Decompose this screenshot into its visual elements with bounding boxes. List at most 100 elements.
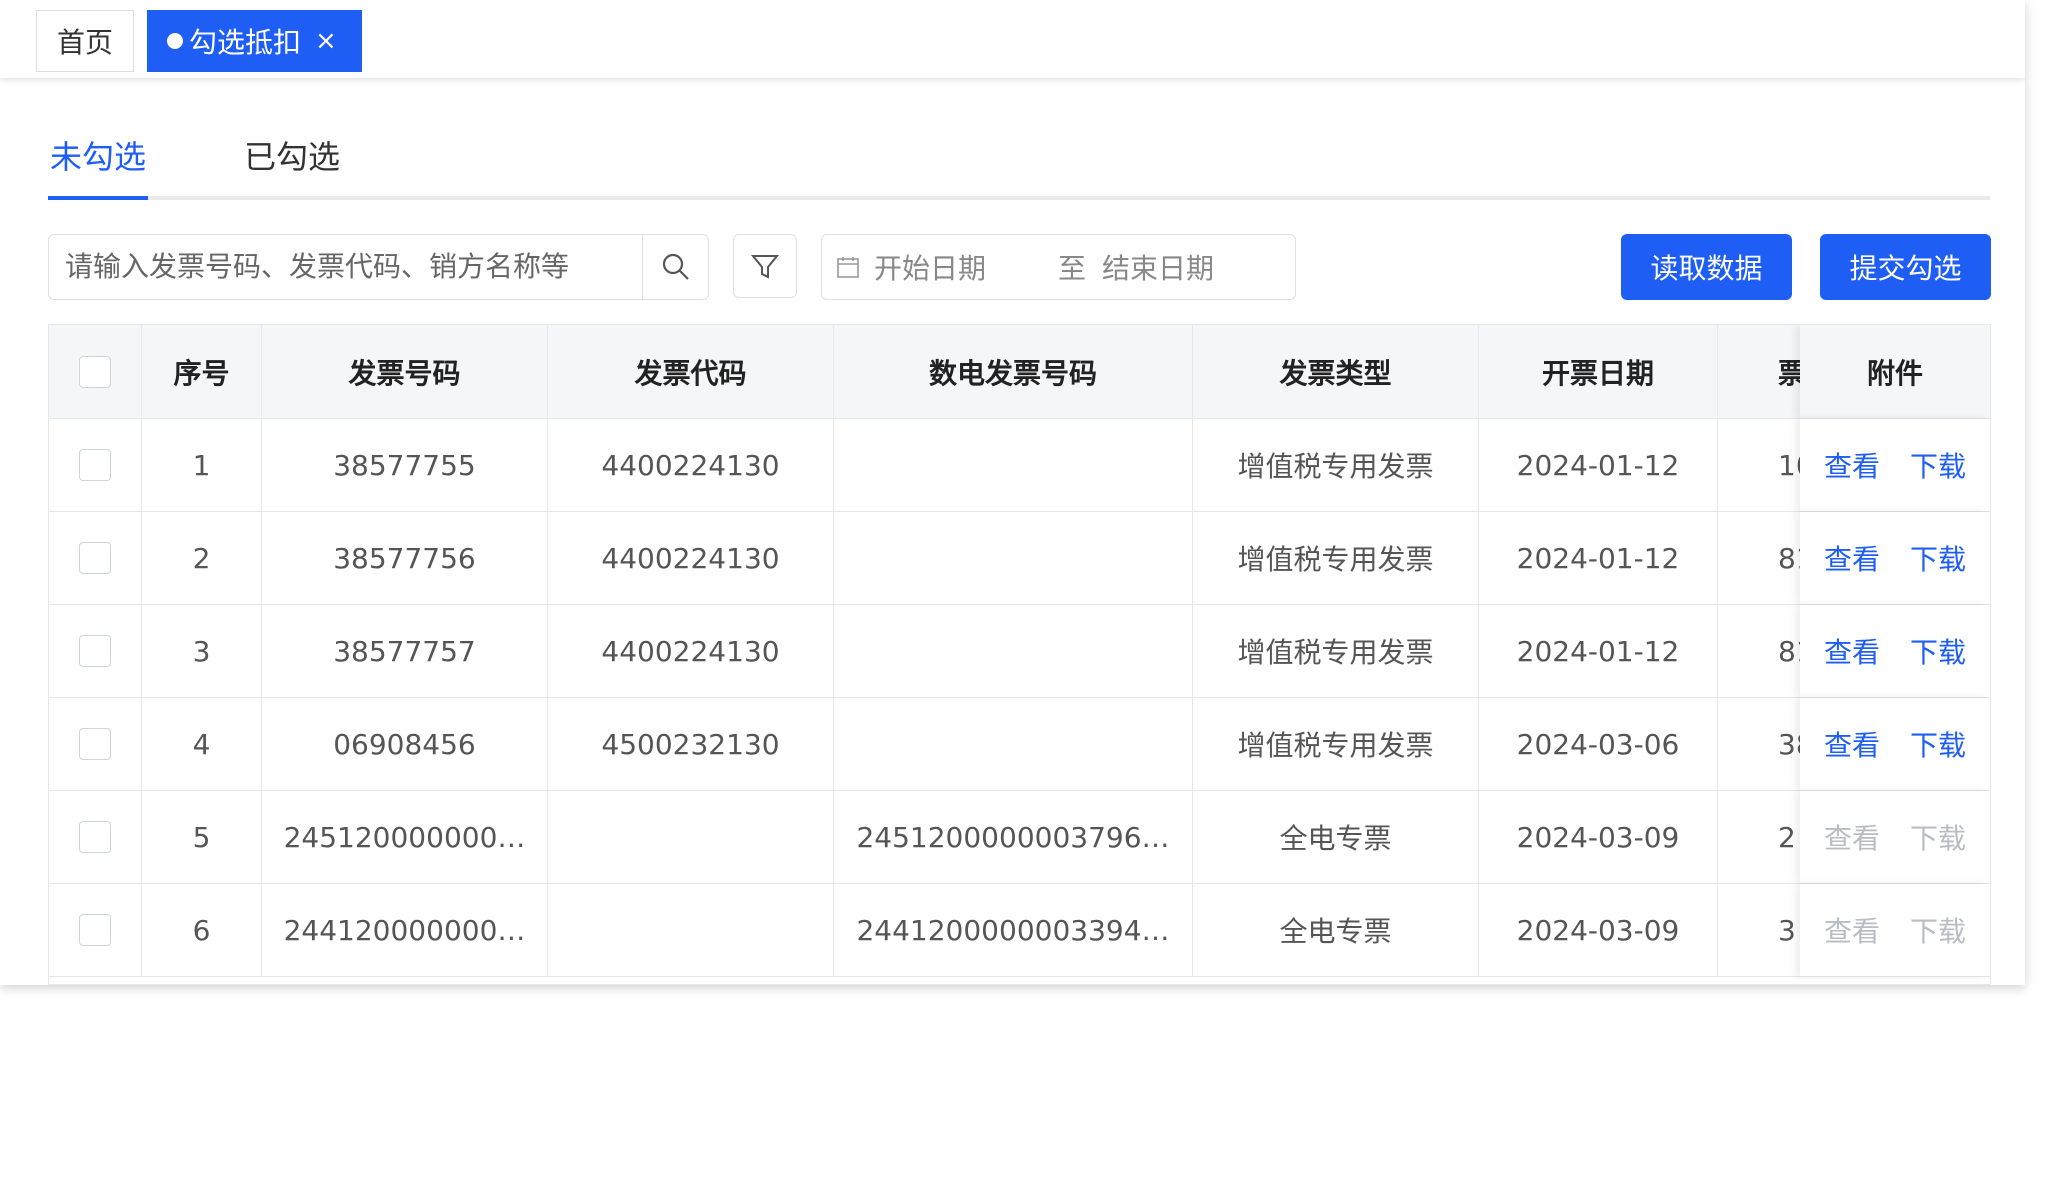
cell-index: 6 <box>142 884 262 976</box>
cell-index: 5 <box>142 791 262 883</box>
cell-attachment: 查看 下载 <box>1800 791 1990 883</box>
header-invoice-no: 发票号码 <box>262 325 548 418</box>
cell-digital-no <box>834 698 1193 790</box>
filter-button[interactable] <box>733 234 797 298</box>
cell-invoice-no: 244120000000… <box>262 884 548 976</box>
view-link[interactable]: 查看 <box>1824 445 1880 485</box>
cell-select <box>49 605 142 697</box>
active-dot-icon <box>167 33 183 49</box>
cell-date: 2024-03-06 <box>1479 698 1718 790</box>
invoice-table: 序号 发票号码 发票代码 数电发票号码 发票类型 开票日期 票 附件 1 3857… <box>48 324 1991 985</box>
cell-index: 1 <box>142 419 262 511</box>
row-checkbox[interactable] <box>79 821 111 853</box>
date-separator: 至 <box>1058 252 1087 285</box>
cell-attachment: 查看 下载 <box>1800 884 1990 976</box>
cell-digital-no <box>834 512 1193 604</box>
download-link: 下载 <box>1910 822 1967 855</box>
cell-select <box>49 419 142 511</box>
row-checkbox[interactable] <box>79 635 111 667</box>
cell-index: 4 <box>142 698 262 790</box>
cell-date: 2024-01-12 <box>1479 605 1718 697</box>
cell-select <box>49 791 142 883</box>
table-row: 3 38577757 4400224130 增值税专用发票 2024-01-12 81 查看… <box>49 605 1990 698</box>
cell-digital-no: 2451200000003796… <box>834 791 1193 883</box>
cell-date: 2024-03-09 <box>1479 791 1718 883</box>
cell-invoice-no: 38577756 <box>262 512 548 604</box>
cell-select <box>49 698 142 790</box>
header-digital-no: 数电发票号码 <box>834 325 1193 418</box>
view-link: 查看 <box>1823 915 1880 948</box>
view-link: 查看 <box>1823 822 1880 855</box>
cell-date: 2024-01-12 <box>1479 512 1718 604</box>
cell-invoice-code: 4500232130 <box>548 698 834 790</box>
select-all-checkbox[interactable] <box>79 355 111 388</box>
cell-digital-no <box>834 419 1193 511</box>
cell-date: 2024-03-09 <box>1479 884 1718 976</box>
cell-type: 全电专票 <box>1193 884 1479 976</box>
table-row: 5 245120000000… 2451200000003796… 全电专票 2024-… <box>49 791 1990 884</box>
cell-invoice-no: 245120000000… <box>262 791 548 883</box>
row-checkbox[interactable] <box>79 728 111 760</box>
cell-date: 2024-01-12 <box>1479 419 1718 511</box>
row-checkbox[interactable] <box>79 449 111 481</box>
cell-select <box>49 512 142 604</box>
cell-type: 增值税专用发票 <box>1193 512 1479 604</box>
header-index: 序号 <box>142 325 262 418</box>
submit-check-button[interactable]: 提交勾选 <box>1820 234 1991 300</box>
header-attachment: 附件 <box>1800 325 1990 418</box>
download-link[interactable]: 下载 <box>1910 538 1966 578</box>
cell-attachment: 查看 下载 <box>1800 605 1990 697</box>
table-row: 2 38577756 4400224130 增值税专用发票 2024-01-12 81 查看… <box>49 512 1990 605</box>
download-link[interactable]: 下载 <box>1910 445 1966 485</box>
page-tab-bar: 首页 勾选抵扣 × <box>0 0 2025 78</box>
tab-home[interactable]: 首页 <box>36 10 134 72</box>
date-range-picker[interactable]: 开始日期 至 结束日期 <box>821 234 1296 300</box>
table-header: 序号 发票号码 发票代码 数电发票号码 发票类型 开票日期 票 附件 <box>49 325 1990 419</box>
search-icon <box>662 253 689 280</box>
view-link[interactable]: 查看 <box>1824 631 1880 671</box>
cell-select <box>49 884 142 976</box>
cell-index: 2 <box>142 512 262 604</box>
tab-unchecked[interactable]: 未勾选 <box>48 132 149 200</box>
cell-index: 3 <box>142 605 262 697</box>
header-select-all <box>49 325 142 418</box>
read-data-button[interactable]: 读取数据 <box>1621 234 1792 300</box>
cell-attachment: 查看 下载 <box>1800 698 1990 790</box>
search-box: 请输入发票号码、发票代码、销方名称等 <box>48 234 709 300</box>
header-type: 发票类型 <box>1193 325 1479 418</box>
end-date-input[interactable]: 结束日期 <box>1102 247 1214 287</box>
download-link[interactable]: 下载 <box>1910 724 1966 764</box>
view-link[interactable]: 查看 <box>1824 724 1880 764</box>
cell-invoice-no: 38577757 <box>262 605 548 697</box>
view-tabs: 未勾选 已勾选 <box>48 110 1990 200</box>
app-window: 首页 勾选抵扣 × 未勾选 已勾选 请输入发票号码、发票代码、销方名称等 开始日… <box>0 0 2025 985</box>
cell-invoice-code <box>548 791 834 883</box>
tab-check-deduct[interactable]: 勾选抵扣 × <box>147 10 362 72</box>
tab-home-label: 首页 <box>56 26 113 59</box>
calendar-icon <box>837 257 859 278</box>
cell-invoice-code: 4400224130 <box>548 605 834 697</box>
download-link: 下载 <box>1910 915 1967 948</box>
row-checkbox[interactable] <box>79 914 111 946</box>
start-date-input[interactable]: 开始日期 <box>874 247 986 287</box>
cell-invoice-no: 38577755 <box>262 419 548 511</box>
table-row: 6 244120000000… 2441200000003394… 全电专票 2024-… <box>49 884 1990 977</box>
cell-invoice-code <box>548 884 834 976</box>
tab-checked[interactable]: 已勾选 <box>244 132 340 196</box>
row-checkbox[interactable] <box>79 542 111 574</box>
view-link[interactable]: 查看 <box>1824 538 1880 578</box>
cell-attachment: 查看 下载 <box>1800 419 1990 511</box>
tab-check-deduct-label: 勾选抵扣 <box>189 26 302 59</box>
cell-digital-no: 2441200000003394… <box>834 884 1193 976</box>
cell-invoice-code: 4400224130 <box>548 512 834 604</box>
cell-type: 增值税专用发票 <box>1193 605 1479 697</box>
search-input[interactable]: 请输入发票号码、发票代码、销方名称等 <box>49 235 642 299</box>
header-invoice-code: 发票代码 <box>548 325 834 418</box>
search-button[interactable] <box>642 235 708 299</box>
table-row: 1 38577755 4400224130 增值税专用发票 2024-01-12 10 查看… <box>49 419 1990 512</box>
cell-type: 增值税专用发票 <box>1193 698 1479 790</box>
cell-invoice-code: 4400224130 <box>548 419 834 511</box>
cell-type: 增值税专用发票 <box>1193 419 1479 511</box>
download-link[interactable]: 下载 <box>1910 631 1966 671</box>
close-icon[interactable]: × <box>315 28 337 54</box>
